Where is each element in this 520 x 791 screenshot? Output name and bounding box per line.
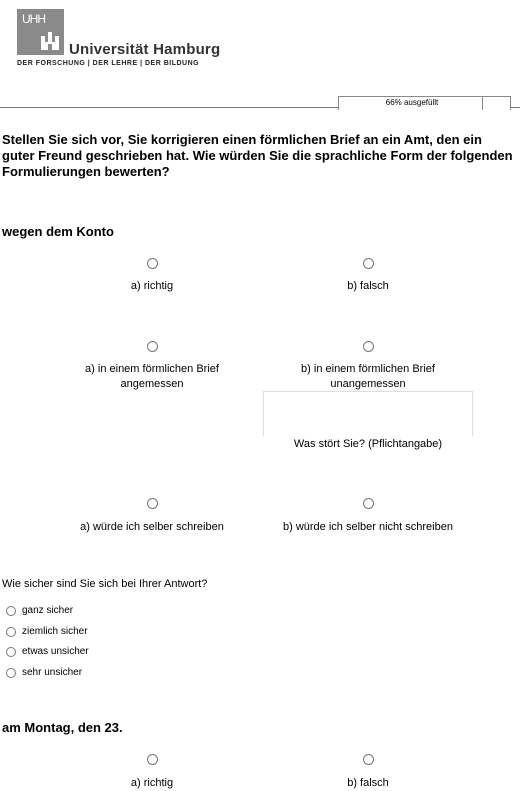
comment-input[interactable]	[263, 391, 473, 436]
radio-nicht-schreiben[interactable]	[363, 498, 374, 509]
label-ziemlich-sicher: ziemlich sicher	[22, 626, 88, 637]
university-logo: UHH	[17, 9, 64, 55]
radio-etwas-unsicher[interactable]	[6, 647, 16, 657]
radio-ziemlich-sicher[interactable]	[6, 627, 16, 637]
radio-richtig[interactable]	[147, 258, 158, 269]
label-richtig: a) richtig	[130, 280, 174, 292]
certainty-question: Wie sicher sind Sie sich bei Ihrer Antwo…	[2, 578, 208, 590]
radio-richtig-2[interactable]	[147, 754, 158, 765]
label-etwas-unsicher: etwas unsicher	[22, 646, 89, 657]
university-name: Universität Hamburg	[69, 41, 221, 58]
progress-line-right	[511, 107, 520, 108]
label-selber-schreiben: a) würde ich selber schreiben	[80, 521, 224, 533]
progress-line-left	[0, 107, 338, 108]
item-title-2: am Montag, den 23.	[2, 720, 123, 735]
radio-selber-schreiben[interactable]	[147, 498, 158, 509]
question-text: Stellen Sie sich vor, Sie korrigieren ei…	[2, 132, 513, 179]
radio-ganz-sicher[interactable]	[6, 606, 16, 616]
label-unangemessen: b) in einem förmlichen Brief unangemesse…	[301, 363, 435, 390]
label-sehr-unsicher: sehr unsicher	[22, 667, 83, 678]
radio-sehr-unsicher[interactable]	[6, 668, 16, 678]
radio-unangemessen[interactable]	[363, 341, 374, 352]
university-tagline: DER FORSCHUNG | DER LEHRE | DER BILDUNG	[17, 60, 200, 67]
radio-falsch-2[interactable]	[363, 754, 374, 765]
logo-mark: UHH	[22, 12, 46, 26]
label-falsch: b) falsch	[347, 280, 389, 292]
label-ganz-sicher: ganz sicher	[22, 605, 74, 616]
item-title: wegen dem Konto	[2, 224, 114, 239]
radio-angemessen[interactable]	[147, 341, 158, 352]
label-nicht-schreiben: b) würde ich selber nicht schreiben	[283, 521, 453, 533]
castle-icon	[41, 32, 59, 50]
progress-label: 66% ausgefüllt	[385, 98, 439, 107]
comment-label: Was stört Sie? (Pflichtangabe)	[293, 438, 443, 450]
progress-fill-marker	[482, 96, 483, 110]
radio-falsch[interactable]	[363, 258, 374, 269]
label-angemessen: a) in einem förmlichen Brief angemessen	[85, 363, 219, 390]
progress-bar: 66% ausgefüllt	[338, 96, 511, 110]
